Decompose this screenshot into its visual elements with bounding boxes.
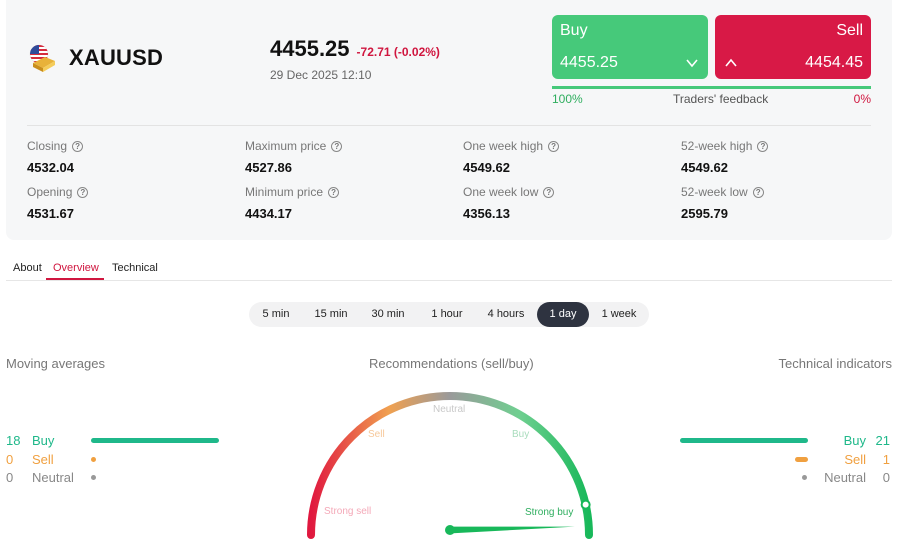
price-datetime: 29 Dec 2025 12:10	[270, 68, 372, 82]
traders-feedback-fill	[552, 86, 871, 89]
ti-sell-count: 1	[882, 452, 890, 467]
ti-neutral-bar	[802, 475, 807, 480]
gauge-marker	[580, 499, 591, 510]
stat-value: 4549.62	[681, 160, 728, 175]
period-4-hours[interactable]: 4 hours	[477, 302, 535, 327]
help-icon[interactable]: ?	[543, 186, 555, 198]
moving-averages-title: Moving averages	[6, 356, 105, 371]
period-15-min[interactable]: 15 min	[305, 302, 357, 327]
technical-indicators-title: Technical indicators	[778, 356, 892, 371]
stat-value: 4434.17	[245, 206, 292, 221]
period-30-min[interactable]: 30 min	[362, 302, 414, 327]
ti-buy-label: Buy	[843, 433, 866, 448]
feedback-buy-percent: 100%	[552, 92, 583, 106]
stat-minimum-price: Minimum price? 4434.17	[245, 185, 340, 221]
ti-buy-count: 21	[875, 433, 890, 448]
stat-label: One week low	[463, 185, 539, 199]
period-5-min[interactable]: 5 min	[251, 302, 301, 327]
stat-label: Opening	[27, 185, 73, 199]
stat-label: Closing	[27, 139, 68, 153]
tab-overview[interactable]: Overview	[53, 262, 99, 274]
price-block: 4455.25 -72.71 (-0.02%) 29 Dec 2025 12:1…	[270, 36, 440, 82]
ma-buy-bar	[91, 438, 219, 443]
tab-technical[interactable]: Technical	[112, 262, 158, 274]
ti-sell-label: Sell	[844, 452, 866, 467]
ma-sell-label: Sell	[32, 452, 54, 467]
ma-neutral-label: Neutral	[32, 470, 74, 485]
stat-value: 4549.62	[463, 160, 510, 175]
sell-price: 4454.45	[805, 54, 863, 71]
help-icon[interactable]: ?	[331, 140, 343, 152]
stat-label: One week high	[463, 139, 544, 153]
stat-52-week-low: 52-week low? 2595.79	[681, 185, 764, 221]
buy-button-label: Buy	[560, 22, 588, 39]
recommendations-title: Recommendations (sell/buy)	[369, 356, 534, 371]
help-icon[interactable]: ?	[757, 140, 769, 152]
tab-about[interactable]: About	[13, 262, 42, 274]
stat-one-week-high: One week high? 4549.62	[463, 139, 560, 175]
gauge-needle-pivot	[445, 525, 455, 535]
gauge-label-strong-sell: Strong sell	[324, 506, 371, 517]
ma-neutral-bar	[91, 475, 96, 480]
help-icon[interactable]: ?	[328, 186, 340, 198]
instrument-symbol: XAUUSD	[69, 45, 164, 70]
period-1-hour[interactable]: 1 hour	[419, 302, 475, 327]
gauge-label-buy: Buy	[512, 429, 529, 440]
stat-label: Minimum price	[245, 185, 324, 199]
period-1-week[interactable]: 1 week	[593, 302, 645, 327]
recommendation-gauge: Strong sell Sell Neutral Buy Strong buy	[307, 392, 593, 539]
stat-closing: Closing? 4532.04	[27, 139, 84, 175]
xauusd-flag-gold-icon	[27, 43, 57, 73]
sell-button[interactable]: Sell 4454.45	[715, 15, 871, 79]
section-tabs: About Overview Technical	[6, 258, 892, 281]
stat-label: 52-week high	[681, 139, 753, 153]
active-tab-indicator	[46, 278, 104, 280]
stat-label: 52-week low	[681, 185, 748, 199]
feedback-label: Traders' feedback	[673, 92, 769, 106]
gauge-needle	[449, 526, 575, 534]
ti-sell-bar	[795, 457, 808, 462]
help-icon[interactable]: ?	[752, 186, 764, 198]
current-price: 4455.25	[270, 36, 350, 61]
traders-feedback-bar	[552, 86, 871, 89]
stat-value: 2595.79	[681, 206, 728, 221]
ti-buy-bar	[680, 438, 808, 443]
stat-value: 4531.67	[27, 206, 74, 221]
instrument-header: XAUUSD	[27, 43, 163, 73]
ma-neutral-count: 0	[6, 470, 14, 485]
gauge-label-neutral: Neutral	[433, 404, 465, 415]
stat-label: Maximum price	[245, 139, 327, 153]
stat-52-week-high: 52-week high? 4549.62	[681, 139, 769, 175]
ma-sell-count: 0	[6, 452, 14, 467]
price-change: -72.71 (-0.02%)	[356, 45, 440, 59]
help-icon[interactable]: ?	[548, 140, 560, 152]
feedback-sell-percent: 0%	[853, 92, 871, 106]
stat-value: 4527.86	[245, 160, 292, 175]
buy-price: 4455.25	[560, 54, 618, 71]
ma-buy-label: Buy	[32, 433, 55, 448]
chevron-down-icon	[686, 59, 698, 68]
stat-value: 4356.13	[463, 206, 510, 221]
sell-button-label: Sell	[836, 22, 863, 39]
stat-value: 4532.04	[27, 160, 74, 175]
stat-opening: Opening? 4531.67	[27, 185, 89, 221]
ti-neutral-label: Neutral	[824, 470, 866, 485]
divider	[27, 125, 871, 126]
gauge-label-sell: Sell	[368, 429, 385, 440]
help-icon[interactable]: ?	[77, 186, 89, 198]
period-selector: 5 min 15 min 30 min 1 hour 4 hours 1 day…	[249, 302, 649, 327]
buy-button[interactable]: Buy 4455.25	[552, 15, 708, 79]
gauge-label-strong-buy: Strong buy	[525, 507, 573, 518]
stat-one-week-low: One week low? 4356.13	[463, 185, 555, 221]
ma-sell-bar	[91, 457, 96, 462]
help-icon[interactable]: ?	[72, 140, 84, 152]
ma-buy-count: 18	[6, 433, 21, 448]
period-1-day[interactable]: 1 day	[537, 302, 589, 327]
chevron-up-icon	[725, 58, 737, 67]
ti-neutral-count: 0	[882, 470, 890, 485]
stat-maximum-price: Maximum price? 4527.86	[245, 139, 343, 175]
